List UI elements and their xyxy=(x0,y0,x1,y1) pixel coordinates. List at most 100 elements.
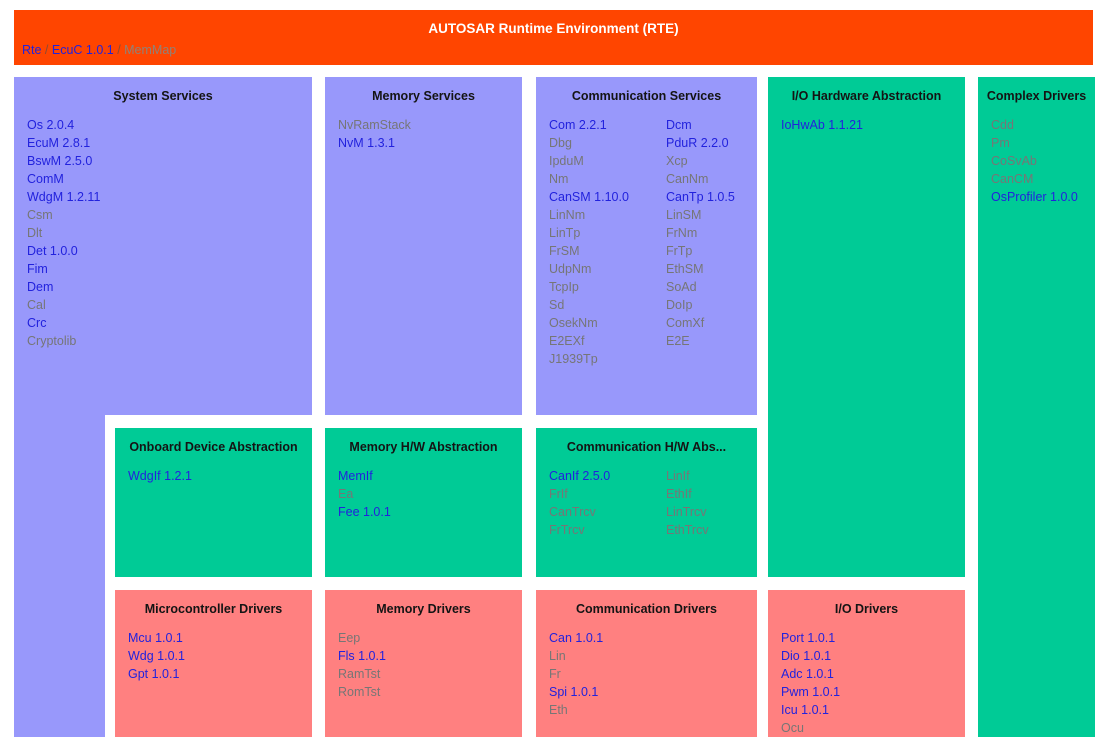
module-nvm-1-3-1[interactable]: NvM 1.3.1 xyxy=(338,134,516,152)
module-pwm-1-0-1[interactable]: Pwm 1.0.1 xyxy=(781,683,959,701)
module-e2e: E2E xyxy=(666,334,690,348)
module-port-1-0-1[interactable]: Port 1.0.1 xyxy=(781,629,959,647)
module-ea: Ea xyxy=(338,487,354,501)
module-soad: SoAd xyxy=(666,280,697,294)
module-ethsm: EthSM xyxy=(666,262,704,276)
module-icu-1-0-1[interactable]: Icu 1.0.1 xyxy=(781,701,959,719)
module-spi-1-0-1[interactable]: Spi 1.0.1 xyxy=(549,683,751,701)
module-lintp: LinTp xyxy=(549,226,581,240)
module-gpt-1-0-1[interactable]: Gpt 1.0.1 xyxy=(128,665,306,683)
module-linnm: LinNm xyxy=(549,208,586,222)
breadcrumb-memmap: MemMap xyxy=(124,43,177,57)
module-j1939tp: J1939Tp xyxy=(549,352,598,366)
module-tcpip: TcpIp xyxy=(549,280,579,294)
block-title-memory-drivers: Memory Drivers xyxy=(376,602,471,616)
module-com-2-2-1[interactable]: Com 2.2.1 xyxy=(549,116,666,134)
module-linsm: LinSM xyxy=(666,208,702,222)
block-memory-hw-abstraction: Memory H/W Abstraction MemIf Ea Fee 1.0.1 xyxy=(325,428,522,577)
module-wdg-1-0-1[interactable]: Wdg 1.0.1 xyxy=(128,647,306,665)
block-io-drivers: I/O Drivers Port 1.0.1 Dio 1.0.1 Adc 1.0.1… xyxy=(768,590,965,737)
block-complex-drivers: Complex Drivers Cdd Pm CoSvAb CanCM OsProfil… xyxy=(978,77,1095,737)
module-dbg: Dbg xyxy=(549,136,572,150)
block-communication-drivers: Communication Drivers Can 1.0.1 Lin Fr Spi … xyxy=(536,590,757,737)
module-oseknm: OsekNm xyxy=(549,316,598,330)
module-canif-2-5-0[interactable]: CanIf 2.5.0 xyxy=(549,467,666,485)
module-cdd: Cdd xyxy=(991,118,1014,132)
breadcrumb-ecuc-1-0-1[interactable]: EcuC 1.0.1 xyxy=(52,43,114,57)
module-doip: DoIp xyxy=(666,298,693,312)
module-cal: Cal xyxy=(27,298,46,312)
module-ipdum: IpduM xyxy=(549,154,584,168)
block-memory-drivers: Memory Drivers Eep Fls 1.0.1 RamTst RomTst xyxy=(325,590,522,737)
module-dio-1-0-1[interactable]: Dio 1.0.1 xyxy=(781,647,959,665)
module-comxf: ComXf xyxy=(666,316,705,330)
block-title-communication-services: Communication Services xyxy=(571,89,722,103)
module-eep: Eep xyxy=(338,631,361,645)
module-cryptolib: Cryptolib xyxy=(27,334,77,348)
module-os-2-0-4[interactable]: Os 2.0.4 xyxy=(27,116,306,134)
block-onboard-device-abstraction: Onboard Device Abstraction WdgIf 1.2.1 xyxy=(115,428,312,577)
module-xcp: Xcp xyxy=(666,154,688,168)
module-nm: Nm xyxy=(549,172,569,186)
module-ecum-2-8-1[interactable]: EcuM 2.8.1 xyxy=(27,134,306,152)
block-title-io-drivers: I/O Drivers xyxy=(834,602,899,616)
module-fr: Fr xyxy=(549,667,561,681)
module-cantrcv: CanTrcv xyxy=(549,505,596,519)
module-iohwab-1-1-21[interactable]: IoHwAb 1.1.21 xyxy=(781,116,959,134)
block-title-io-hardware-abstraction: I/O Hardware Abstraction xyxy=(791,89,942,103)
module-dem[interactable]: Dem xyxy=(27,278,306,296)
block-title-communication-drivers: Communication Drivers xyxy=(575,602,717,616)
breadcrumb-rte[interactable]: Rte xyxy=(22,43,41,57)
block-title-memory-hw-abstraction: Memory H/W Abstraction xyxy=(349,440,498,454)
breadcrumb-separator: / xyxy=(41,43,52,57)
module-sd: Sd xyxy=(549,298,565,312)
module-pdur-2-2-0[interactable]: PduR 2.2.0 xyxy=(666,134,751,152)
module-cansm-1-10-0[interactable]: CanSM 1.10.0 xyxy=(549,188,666,206)
module-crc[interactable]: Crc xyxy=(27,314,306,332)
module-det-1-0-0[interactable]: Det 1.0.0 xyxy=(27,242,306,260)
module-comm[interactable]: ComM xyxy=(27,170,306,188)
module-csm: Csm xyxy=(27,208,53,222)
breadcrumb: Rte / EcuC 1.0.1 / MemMap xyxy=(22,43,176,57)
module-frtrcv: FrTrcv xyxy=(549,523,585,537)
module-lintrcv: LinTrcv xyxy=(666,505,707,519)
breadcrumb-separator: / xyxy=(113,43,125,57)
module-lin: Lin xyxy=(549,649,566,663)
block-title-complex-drivers: Complex Drivers xyxy=(986,89,1087,103)
page-title: AUTOSAR Runtime Environment (RTE) xyxy=(428,21,679,36)
module-fls-1-0-1[interactable]: Fls 1.0.1 xyxy=(338,647,516,665)
module-frif: FrIf xyxy=(549,487,568,501)
module-udpnm: UdpNm xyxy=(549,262,592,276)
module-dcm[interactable]: Dcm xyxy=(666,116,751,134)
block-communication-hw-abstraction: Communication H/W Abs... CanIf 2.5.0 FrIf… xyxy=(536,428,757,577)
block-title-memory-services: Memory Services xyxy=(372,89,475,103)
module-frsm: FrSM xyxy=(549,244,580,258)
block-io-hardware-abstraction: I/O Hardware Abstraction IoHwAb 1.1.21 xyxy=(768,77,965,577)
module-fim[interactable]: Fim xyxy=(27,260,306,278)
module-mcu-1-0-1[interactable]: Mcu 1.0.1 xyxy=(128,629,306,647)
block-system-services: System Services Os 2.0.4 EcuM 2.8.1 BswM 2… xyxy=(14,77,312,415)
module-memif[interactable]: MemIf xyxy=(338,467,516,485)
module-adc-1-0-1[interactable]: Adc 1.0.1 xyxy=(781,665,959,683)
module-cannm: CanNm xyxy=(666,172,709,186)
module-fee-1-0-1[interactable]: Fee 1.0.1 xyxy=(338,503,516,521)
module-ethif: EthIf xyxy=(666,487,692,501)
module-can-1-0-1[interactable]: Can 1.0.1 xyxy=(549,629,751,647)
module-e2exf: E2EXf xyxy=(549,334,585,348)
module-romtst: RomTst xyxy=(338,685,381,699)
module-frnm: FrNm xyxy=(666,226,698,240)
module-bswm-2-5-0[interactable]: BswM 2.5.0 xyxy=(27,152,306,170)
rte-header-bar: AUTOSAR Runtime Environment (RTE) Rte / … xyxy=(14,10,1093,65)
block-communication-services: Communication Services Com 2.2.1 Dbg IpduM… xyxy=(536,77,757,415)
module-ramtst: RamTst xyxy=(338,667,381,681)
block-title-microcontroller-drivers: Microcontroller Drivers xyxy=(144,602,283,616)
module-wdgm-1-2-11[interactable]: WdgM 1.2.11 xyxy=(27,188,306,206)
module-cantp-1-0-5[interactable]: CanTp 1.0.5 xyxy=(666,188,751,206)
module-linif: LinIf xyxy=(666,469,690,483)
module-osprofiler-1-0-0[interactable]: OsProfiler 1.0.0 xyxy=(991,188,1089,206)
block-system-services-extension xyxy=(14,415,105,737)
module-wdgif-1-2-1[interactable]: WdgIf 1.2.1 xyxy=(128,467,306,485)
block-memory-services: Memory Services NvRamStack NvM 1.3.1 xyxy=(325,77,522,415)
module-nvramstack: NvRamStack xyxy=(338,118,411,132)
module-cancm: CanCM xyxy=(991,172,1034,186)
